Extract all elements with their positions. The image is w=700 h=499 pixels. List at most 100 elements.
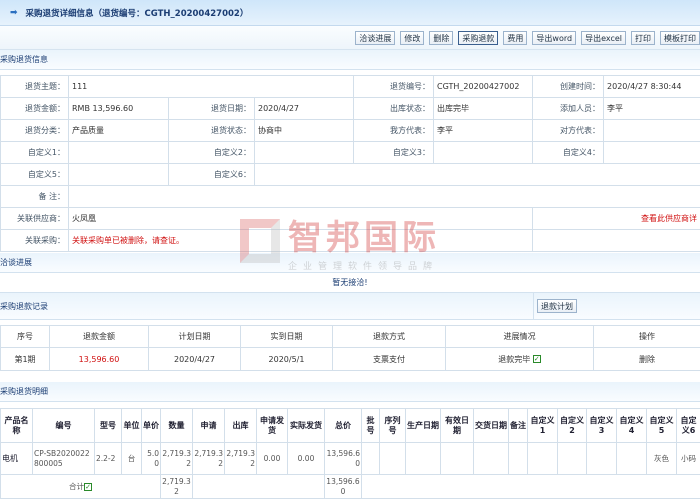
page-title-bar: ➡ 采购退货详细信息（退货编号：CGTH_20200427002）: [0, 0, 700, 26]
cell-text: 2020/4/27: [174, 355, 215, 364]
column-header: 编号: [33, 409, 95, 443]
field-value: [604, 120, 700, 142]
info-row: 退货金额：RMB 13,596.60退货日期：2020/4/27出库状态：出库完…: [1, 98, 700, 120]
section-title: 采购退款记录: [0, 301, 48, 312]
refund-cell[interactable]: 删除: [594, 348, 700, 371]
detail-cell: CP-SB2020022800005: [33, 443, 95, 475]
refund-plan-button[interactable]: 退款计划: [537, 299, 577, 313]
field-label: 自定义6：: [169, 164, 255, 186]
field-label: 添加人员：: [533, 98, 604, 120]
cell-text: 13,596.60: [79, 355, 120, 364]
column-header: 申请: [193, 409, 225, 443]
detail-cell: [474, 443, 509, 475]
total-label: 合计: [69, 482, 84, 491]
checkbox-checked-icon: ✓: [84, 483, 92, 491]
detail-cell: 台: [122, 443, 142, 475]
detail-cell: 小码: [677, 443, 700, 475]
field-value: 协商中: [255, 120, 354, 142]
field-label: 创建时间：: [533, 76, 604, 98]
toolbar-button[interactable]: 打印: [631, 31, 655, 45]
column-header: 序列号: [380, 409, 406, 443]
column-header: 出库: [225, 409, 257, 443]
toolbar-button[interactable]: 导出word: [532, 31, 576, 45]
view-supplier-link[interactable]: 查看此供应商详: [533, 208, 700, 230]
section-refund-header: 采购退款记录 退款计划: [0, 293, 700, 320]
column-header: 自定义1: [528, 409, 558, 443]
detail-cell: 灰色: [647, 443, 677, 475]
field-label: 出库状态：: [354, 98, 434, 120]
toolbar-button[interactable]: 洽谈进展: [355, 31, 395, 45]
detail-cell: [406, 443, 441, 475]
toolbar-button[interactable]: 采购退款: [458, 31, 498, 45]
refund-cell: 2020/5/1: [241, 348, 333, 371]
refund-cell: 13,596.60: [50, 348, 149, 371]
info-table: 退货主题：111退货编号：CGTH_20200427002创建时间：2020/4…: [0, 75, 700, 252]
detail-cell: 0.00: [257, 443, 288, 475]
arrow-icon: ➡: [10, 8, 18, 18]
detail-cell: [617, 443, 647, 475]
column-header: 单位: [122, 409, 142, 443]
column-header: 退款金额: [50, 326, 149, 348]
column-header: 自定义3: [587, 409, 617, 443]
field-label: 自定义3：: [354, 142, 434, 164]
field-label: 退货金额：: [1, 98, 69, 120]
empty-cell: [193, 475, 325, 499]
detail-row: 电机CP-SB20200228000052.2-2台5.002,719.322,…: [1, 443, 700, 475]
toolbar-button[interactable]: 修改: [400, 31, 424, 45]
toolbar-button[interactable]: 删除: [429, 31, 453, 45]
column-header: 退款方式: [333, 326, 446, 348]
column-header: 序号: [1, 326, 50, 348]
field-label: 退货主题：: [1, 76, 69, 98]
field-value: 产品质量: [69, 120, 169, 142]
column-header: 型号: [95, 409, 122, 443]
field-label: 自定义4：: [533, 142, 604, 164]
cell-text: 2020/5/1: [269, 355, 305, 364]
field-value: 出库完毕: [434, 98, 533, 120]
field-label: 备 注：: [1, 186, 69, 208]
column-header: 产品名称: [1, 409, 33, 443]
field-label: 退货分类：: [1, 120, 69, 142]
refund-row: 第1期13,596.602020/4/272020/5/1支票支付退款完毕 ✓删…: [1, 348, 700, 371]
delete-link[interactable]: 删除: [639, 355, 655, 364]
toolbar-button[interactable]: 导出excel: [581, 31, 626, 45]
remark-row: 备 注：: [1, 186, 700, 208]
refund-cell: 第1期: [1, 348, 50, 371]
field-value: [69, 164, 169, 186]
column-header: 有效日期: [441, 409, 474, 443]
section-title: 采购退货信息: [0, 54, 48, 65]
info-row: 退货分类：产品质量退货状态：协商中我方代表：李平对方代表：: [1, 120, 700, 142]
column-header: 自定义4: [617, 409, 647, 443]
section-detail-header: 采购退货明细: [0, 382, 700, 402]
column-header: 实到日期: [241, 326, 333, 348]
column-header: 自定义5: [647, 409, 677, 443]
field-value: CGTH_20200427002: [434, 76, 533, 98]
field-value: RMB 13,596.60: [69, 98, 169, 120]
detail-cell: 2,719.32: [193, 443, 225, 475]
field-value: [69, 142, 169, 164]
column-header: 自定义6: [677, 409, 700, 443]
cell-text: 退款完毕: [498, 355, 530, 364]
column-header: 批号: [362, 409, 380, 443]
section-title: 洽谈进展: [0, 257, 32, 268]
field-value: [255, 164, 700, 186]
toolbar-button[interactable]: 费用: [503, 31, 527, 45]
detail-cell: 13,596.60: [325, 443, 362, 475]
field-label: 我方代表：: [354, 120, 434, 142]
total-label-cell: 合计✓: [1, 475, 161, 499]
field-value: 111: [69, 76, 354, 98]
column-header: 自定义2: [558, 409, 587, 443]
info-row: 自定义5：自定义6：: [1, 164, 700, 186]
detail-cell: 0.00: [288, 443, 325, 475]
supplier-value: 火凤凰: [69, 208, 533, 230]
refund-table: 序号退款金额计划日期实到日期退款方式进展情况操作第1期13,596.602020…: [0, 325, 700, 371]
refund-cell: 2020/4/27: [149, 348, 241, 371]
toolbar-button[interactable]: 模板打印: [660, 31, 700, 45]
section-negotiation-header: 洽谈进展: [0, 253, 700, 273]
checkbox-checked-icon: ✓: [533, 355, 541, 363]
info-row: 退货主题：111退货编号：CGTH_20200427002创建时间：2020/4…: [1, 76, 700, 98]
field-value: 2020/4/27 8:30:44: [604, 76, 700, 98]
field-value: [255, 142, 354, 164]
supplier-row: 关联供应商：火凤凰查看此供应商详: [1, 208, 700, 230]
field-label: 关联采购：: [1, 230, 69, 252]
page-title: 采购退货详细信息（退货编号：CGTH_20200427002）: [26, 7, 249, 19]
